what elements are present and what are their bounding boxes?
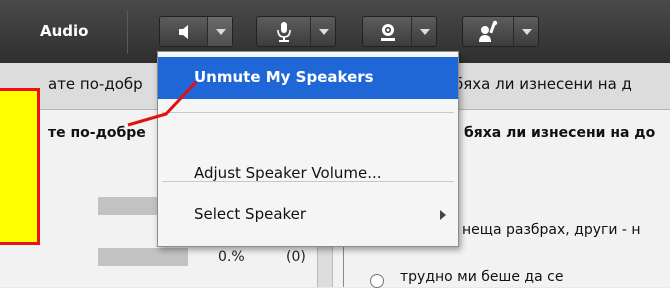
raise-hand-options-dropdown[interactable]: [513, 17, 538, 46]
submenu-arrow-icon: [440, 210, 446, 220]
raise-hand-icon: [479, 20, 498, 42]
webcam-options-dropdown[interactable]: [411, 17, 436, 46]
menu-item-label: Select Speaker: [194, 205, 307, 223]
menu-separator: [162, 181, 454, 182]
webcam-button[interactable]: [362, 16, 437, 47]
chevron-down-icon: [216, 29, 226, 35]
microphone-icon: [277, 22, 291, 42]
answer-option-label: неща разбрах, други - н: [462, 222, 641, 238]
speaker-button[interactable]: [159, 16, 233, 47]
chevron-down-icon: [319, 29, 329, 35]
menu-item-select-speaker[interactable]: Select Speaker: [158, 194, 458, 236]
raise-hand-toggle[interactable]: [463, 17, 515, 46]
menu-item-unmute-speakers[interactable]: Unmute My Speakers: [158, 57, 458, 99]
microphone-button[interactable]: [256, 16, 336, 47]
microphone-toggle[interactable]: [257, 17, 312, 46]
answer-radio[interactable]: [370, 274, 384, 288]
microphone-options-dropdown[interactable]: [310, 17, 335, 46]
toolbar-title: Audio: [40, 22, 89, 40]
speaker-toggle[interactable]: [160, 17, 209, 46]
menu-item-adjust-speaker-volume[interactable]: Adjust Speaker Volume...: [158, 153, 458, 195]
menu-item-label: Unmute My Speakers: [194, 68, 374, 86]
answer-option-label: трудно ми беше да се: [400, 269, 564, 285]
speaker-options-dropdown[interactable]: [207, 17, 232, 46]
result-percent: 0.%: [218, 249, 245, 265]
chevron-down-icon: [522, 29, 532, 35]
poll-results-question: те по-добре: [48, 125, 146, 141]
poll-question-header-right: бяха ли изнесени на д: [454, 75, 632, 93]
webcam-icon: [381, 24, 395, 41]
webcam-toggle[interactable]: [363, 17, 413, 46]
annotation-callout: [0, 88, 40, 245]
chevron-down-icon: [420, 29, 430, 35]
menu-item-label: Adjust Speaker Volume...: [194, 164, 382, 182]
result-count: (0): [286, 249, 306, 265]
speaker-icon: [179, 25, 188, 39]
result-bar: [98, 248, 188, 266]
menu-separator: [162, 112, 454, 113]
poll-question-header-left: ате по-добр: [48, 75, 143, 93]
speaker-options-menu: Unmute My Speakers Adjust Speaker Volume…: [157, 51, 459, 247]
raise-hand-button[interactable]: [462, 16, 539, 47]
toolbar-separator: [127, 10, 128, 54]
poll-vote-question: бяха ли изнесени на до: [464, 125, 656, 141]
